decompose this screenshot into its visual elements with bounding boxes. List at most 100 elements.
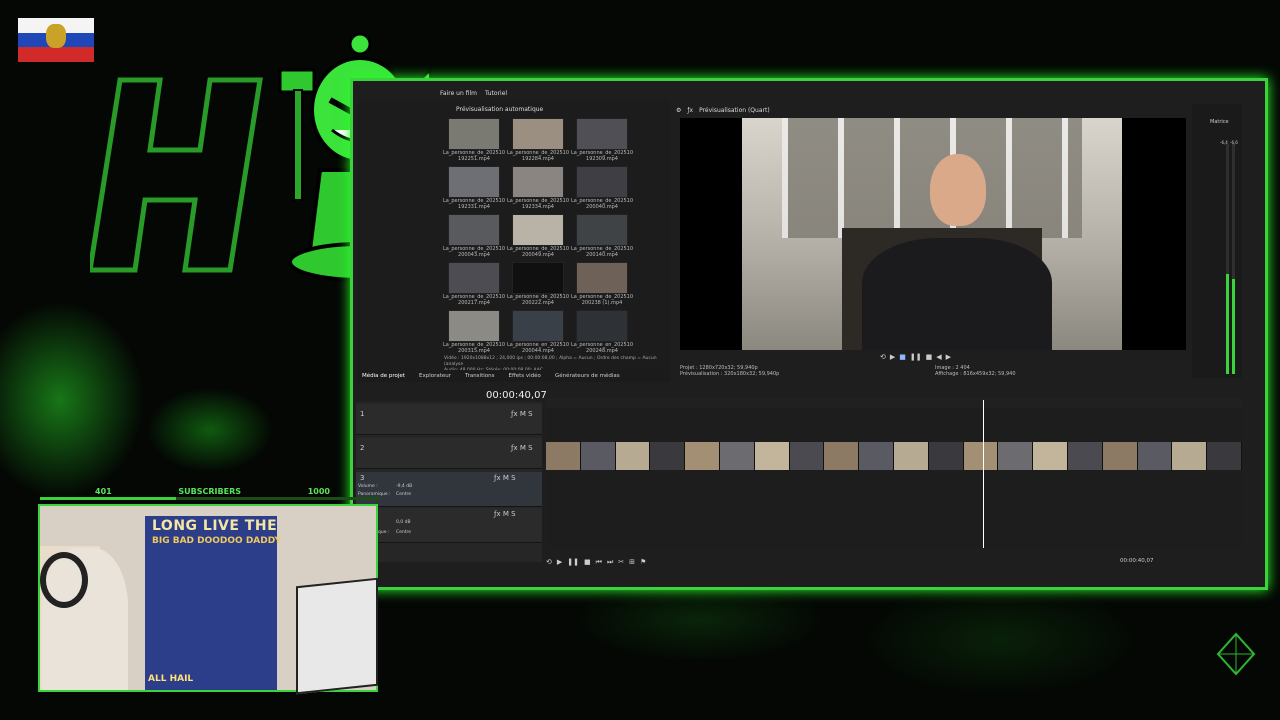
tab-media-generators[interactable]: Générateurs de médias xyxy=(555,373,620,379)
timeline-clip[interactable] xyxy=(998,442,1034,470)
stop-icon[interactable]: ■ xyxy=(926,353,933,361)
make-movie-button[interactable]: Faire un film xyxy=(440,90,477,97)
next-frame-icon[interactable]: ▶ xyxy=(946,353,951,361)
media-thumbnail[interactable]: La_personne_de_202510 200043.mp4 xyxy=(443,214,505,260)
play-icon[interactable]: ■ xyxy=(899,353,906,361)
next-icon[interactable]: ⏭ xyxy=(607,558,613,567)
timeline-clip[interactable] xyxy=(824,442,860,470)
subscriber-goal: 1000 xyxy=(307,486,330,496)
media-thumbnail[interactable]: La_personne_en_202510 200248.mp4 xyxy=(570,310,634,356)
subscriber-progress-track xyxy=(40,497,380,500)
prev-icon[interactable]: ⏮ xyxy=(596,558,602,567)
tutorial-button[interactable]: Tutoriel xyxy=(485,90,507,97)
tab-transitions[interactable]: Transitions xyxy=(465,373,494,379)
media-thumbnail[interactable]: La_personne_de_202510 200040.mp4 xyxy=(570,166,634,212)
channel-logo-icon xyxy=(90,77,263,273)
timeline-clip[interactable] xyxy=(685,442,720,470)
timeline-clip[interactable] xyxy=(1172,442,1208,470)
volume-value[interactable]: 0,0 dB xyxy=(396,520,411,525)
auto-preview-toggle[interactable]: Prévisualisation automatique xyxy=(456,106,543,113)
media-thumbnail[interactable]: La_personne_de_202510 200222.mp4 xyxy=(506,262,570,308)
thumbnail-caption: La_personne_en_202510 200248.mp4 xyxy=(570,342,634,354)
media-thumbnail[interactable]: La_personne_de_202510 192251.mp4 xyxy=(443,118,505,164)
window-tabs: Média de projet Explorateur Transitions … xyxy=(358,370,670,382)
timeline-clip[interactable] xyxy=(789,442,825,470)
timeline-clip[interactable] xyxy=(893,442,929,470)
timeline-clip[interactable] xyxy=(963,442,999,470)
timeline-clip[interactable] xyxy=(650,442,686,470)
pause-icon[interactable]: ❚❚ xyxy=(567,558,579,566)
media-thumbnail[interactable]: La_personne_de_202510 200140.mp4 xyxy=(571,214,633,260)
track-headers: 1 ƒx M S 2 ƒx M S 3 ƒx M S Volume : -9,4… xyxy=(356,402,542,562)
timeline-clip[interactable] xyxy=(1033,442,1068,470)
settings-icon[interactable]: ⚙ xyxy=(676,107,681,114)
image-info: Image : 2 404 Affichage : 816x459x32; 59… xyxy=(935,365,1016,377)
display-label: Affichage : xyxy=(935,371,962,377)
media-thumbnail[interactable]: La_personne_de_202510 200238 (1).mp4 xyxy=(571,262,633,308)
fx-icon[interactable]: ƒx M S xyxy=(494,474,516,482)
tab-video-effects[interactable]: Effets vidéo xyxy=(508,373,540,379)
media-thumbnail[interactable]: La_personne_de_202510 192334.mp4 xyxy=(506,166,570,212)
pan-value[interactable]: Centre xyxy=(396,530,411,535)
video-clips-track[interactable] xyxy=(546,442,1242,470)
subscriber-label: SUBSCRIBERS xyxy=(178,486,242,496)
pan-value[interactable]: Centre xyxy=(396,492,411,497)
thumbnail-image xyxy=(448,214,500,246)
stop-icon[interactable]: ■ xyxy=(584,558,591,566)
preview-mode-dropdown[interactable]: Prévisualisation (Quart) xyxy=(699,107,770,114)
tab-explorer[interactable]: Explorateur xyxy=(419,373,451,379)
timeline-area[interactable] xyxy=(546,398,1242,548)
loop-icon[interactable]: ⟲ xyxy=(880,353,886,361)
timeline-clip[interactable] xyxy=(719,442,755,470)
timeline-clip[interactable] xyxy=(580,442,616,470)
timeline-clip[interactable] xyxy=(928,442,964,470)
timeline-footer-time: 00:00:40,07 xyxy=(1120,558,1154,564)
fx-icon[interactable]: ƒx M S xyxy=(494,510,516,518)
media-thumbnail[interactable]: La_personne_de_202510 192309.mp4 xyxy=(571,118,633,164)
media-thumbnail[interactable]: La_personne_de_202510 192331.mp4 xyxy=(443,166,505,212)
thumbnail-image xyxy=(448,166,500,198)
fx-icon[interactable]: ƒx xyxy=(687,107,693,114)
thumbnail-caption: La_personne_de_202510 200040.mp4 xyxy=(570,198,634,210)
timeline-clip[interactable] xyxy=(546,442,581,470)
timeline-clip[interactable] xyxy=(1207,442,1242,470)
timeline-clip[interactable] xyxy=(1067,442,1103,470)
timeline-clip[interactable] xyxy=(1137,442,1173,470)
play-icon[interactable]: ▶ xyxy=(557,558,562,566)
poster-footer: ALL HAIL xyxy=(148,674,194,684)
marker-icon[interactable]: ⚑ xyxy=(640,558,646,566)
timeline-clip[interactable] xyxy=(754,442,790,470)
timeline-clip[interactable] xyxy=(615,442,651,470)
background-monitor xyxy=(296,577,378,695)
media-thumbnail[interactable]: La_personne_en_202510 200044.mp4 xyxy=(507,310,569,356)
track-header-2[interactable]: 2 ƒx M S xyxy=(356,438,542,469)
track-header-1[interactable]: 1 ƒx M S xyxy=(356,404,542,435)
media-thumbnail[interactable]: La_personne_de_202510 192284.mp4 xyxy=(506,118,570,164)
timeline-clip[interactable] xyxy=(859,442,894,470)
track-header-4[interactable]: ƒx M S 0,0 dB que : Centre xyxy=(356,508,542,543)
russian-flag-icon xyxy=(18,18,94,62)
tab-project-media[interactable]: Média de projet xyxy=(362,373,405,379)
media-thumbnail[interactable]: La_personne_de_202510 200217.mp4 xyxy=(443,262,505,308)
media-thumbnail[interactable]: La_personne_de_202510 200049.mp4 xyxy=(507,214,569,260)
prev-frame-icon[interactable]: ◀ xyxy=(936,353,941,361)
loop-icon[interactable]: ⟲ xyxy=(546,558,552,566)
timeline-ruler[interactable] xyxy=(546,398,1242,408)
pause-icon[interactable]: ❚❚ xyxy=(910,353,922,361)
play-from-start-icon[interactable]: ▶ xyxy=(890,353,895,361)
thumbnail-image xyxy=(512,262,564,294)
snap-icon[interactable]: ⊞ xyxy=(629,558,635,566)
playhead[interactable] xyxy=(983,400,984,548)
fx-icon[interactable]: ƒx M S xyxy=(511,410,533,418)
media-thumbnail[interactable]: La_personne_de_202510 200315.mp4 xyxy=(443,310,505,356)
timeline-clip[interactable] xyxy=(1102,442,1138,470)
thumbnail-caption: La_personne_de_202510 192284.mp4 xyxy=(506,150,570,162)
track-header-3[interactable]: 3 ƒx M S Volume : -9,4 dB Panoramique : … xyxy=(356,472,542,507)
split-icon[interactable]: ✂ xyxy=(618,558,624,566)
thumbnail-image xyxy=(448,262,500,294)
fx-icon[interactable]: ƒx M S xyxy=(511,444,533,452)
timeline-timecode: 00:00:40,07 xyxy=(486,390,547,401)
thumbnail-caption: La_personne_de_202510 200222.mp4 xyxy=(506,294,570,306)
volume-value[interactable]: -9,4 dB xyxy=(396,484,412,489)
thumbnail-caption: La_personne_de_202510 192334.mp4 xyxy=(506,198,570,210)
